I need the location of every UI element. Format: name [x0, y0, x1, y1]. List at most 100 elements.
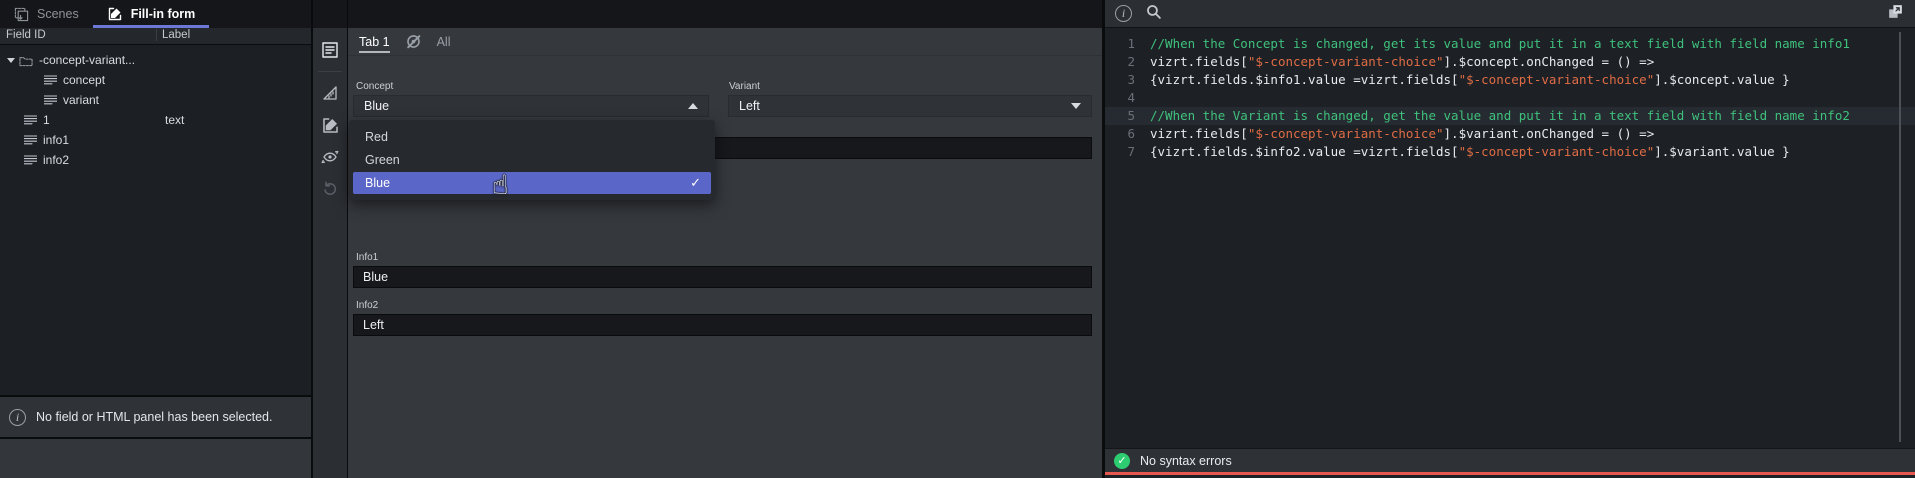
dropdown-option-label: Red [365, 130, 388, 144]
code-segment-code: ].$concept.onChanged = () => [1444, 53, 1655, 71]
line-number: 5 [1105, 107, 1135, 125]
tree-field-id: concept [63, 73, 105, 87]
tab-fill-in-form-label: Fill-in form [131, 7, 196, 21]
tree-field-id: info1 [43, 133, 69, 147]
tree-item-icon [44, 94, 57, 106]
code-segment-code: ].$concept.value } [1654, 71, 1789, 89]
edit-form-icon [107, 6, 123, 22]
column-label: Label [156, 29, 190, 41]
form-tab-tab1[interactable]: Tab 1 [359, 28, 390, 55]
code-segment-code: {vizrt.fields.$info1.value =vizrt.fields… [1150, 71, 1459, 89]
dropdown-option-label: Green [365, 153, 400, 167]
code-segment-code: {vizrt.fields.$info2.value =vizrt.fields… [1150, 143, 1459, 161]
code-segment-code: vizrt.fields[ [1150, 125, 1248, 143]
form-panel: Tab 1 All Concept Blue Variant Left [348, 28, 1102, 478]
form-tab-all-label: All [437, 35, 451, 49]
info2-label: Info2 [356, 300, 378, 311]
code-segment-code: ].$variant.onChanged = () => [1444, 125, 1655, 143]
scenes-icon [14, 7, 29, 22]
ruler-icon[interactable] [317, 80, 343, 106]
concept-dropdown[interactable]: Blue [353, 95, 709, 117]
line-number: 3 [1105, 71, 1135, 89]
check-icon: ✓ [690, 175, 701, 191]
dropdown-option[interactable]: Red [353, 126, 711, 148]
tree-row[interactable]: variant [5, 90, 311, 110]
dropdown-option[interactable]: Green [353, 149, 711, 171]
cursor-hand-icon: ☝ [492, 170, 508, 201]
info1-value: Blue [363, 270, 388, 284]
syntax-status-bar: ✓ No syntax errors [1105, 448, 1915, 472]
no-field-selected-bar: i No field or HTML panel has been select… [0, 395, 311, 439]
tree-field-id: info2 [43, 153, 69, 167]
caret-down-icon[interactable] [5, 58, 17, 63]
line-number: 7 [1105, 143, 1135, 161]
tree-row[interactable]: -concept-variant... [5, 50, 311, 70]
info2-input[interactable]: Left [353, 314, 1092, 336]
tool-column [313, 28, 347, 478]
tree-field-id: 1 [43, 113, 50, 127]
preview-eye-icon[interactable] [317, 144, 343, 170]
code-line: 1 //When the Concept is changed, get its… [1105, 35, 1915, 53]
tree-rows: -concept-variant... concept variant 1 te… [0, 45, 311, 170]
fill-in-form-editor: Scenes Fill-in form Field ID Label -conc… [0, 0, 1915, 478]
tree-row[interactable]: 1 text [5, 110, 311, 130]
code-segment-string: "$-concept-variant-choice" [1459, 71, 1655, 89]
code-scrollbar[interactable] [1899, 32, 1901, 442]
info1-label: Info1 [356, 252, 378, 263]
tab-scenes[interactable]: Scenes [0, 0, 93, 28]
column-field-id: Field ID [6, 29, 46, 41]
tree-row[interactable]: info1 [5, 130, 311, 150]
tab-scenes-label: Scenes [37, 7, 79, 21]
tab-fill-in-form[interactable]: Fill-in form [93, 0, 210, 28]
code-editor[interactable]: 1 //When the Concept is changed, get its… [1105, 28, 1915, 161]
top-header: Scenes Fill-in form [0, 0, 1102, 28]
search-icon[interactable] [1145, 3, 1162, 25]
code-line: 3 {vizrt.fields.$info1.value =vizrt.fiel… [1105, 71, 1915, 89]
form-tab-bar: Tab 1 All [348, 28, 1102, 56]
dropdown-option[interactable]: Blue ✓ [353, 172, 711, 194]
tree-row[interactable]: info2 [5, 150, 311, 170]
info2-value: Left [363, 318, 384, 332]
eye-slash-icon[interactable] [405, 33, 422, 50]
no-field-selected-message: No field or HTML panel has been selected… [36, 410, 272, 424]
code-line: 4 [1105, 89, 1915, 107]
edit-icon[interactable] [317, 112, 343, 138]
status-accent-line [1105, 472, 1915, 475]
code-line: 2 vizrt.fields["$-concept-variant-choice… [1105, 53, 1915, 71]
variant-dropdown-value: Left [739, 99, 760, 113]
tree-field-label: text [165, 113, 184, 127]
form-tab-all[interactable]: All [437, 28, 451, 55]
tree-item-icon [24, 134, 37, 146]
info1-input[interactable]: Blue [353, 266, 1092, 288]
tree-field-id: -concept-variant... [39, 53, 135, 67]
tree-row[interactable]: concept [5, 70, 311, 90]
tree-item-icon [44, 74, 57, 86]
code-segment-code: ].$variant.value } [1654, 143, 1789, 161]
syntax-status-text: No syntax errors [1140, 454, 1232, 468]
script-toolbar: i [1105, 0, 1915, 28]
form-tab-tab1-label: Tab 1 [359, 35, 390, 49]
tree-item-icon [19, 54, 33, 67]
code-line: 5 //When the Variant is changed, get the… [1105, 107, 1915, 125]
tool-separator [318, 71, 342, 72]
left-bottom-panel [0, 439, 311, 478]
dropdown-option-label: Blue [365, 176, 390, 190]
redo-icon[interactable] [317, 176, 343, 202]
script-editor-panel: i 1 //When the Concept is changed, get i… [1105, 0, 1915, 478]
concept-dropdown-menu: Red Green Blue ✓ [349, 120, 715, 200]
variant-dropdown[interactable]: Left [728, 95, 1092, 117]
tree-item-icon [24, 154, 37, 166]
form-fields-icon[interactable] [317, 37, 343, 63]
info-icon[interactable]: i [1115, 5, 1132, 22]
code-segment-string: "$-concept-variant-choice" [1459, 143, 1655, 161]
line-number: 6 [1105, 125, 1135, 143]
concept-dropdown-value: Blue [364, 99, 389, 113]
line-number: 2 [1105, 53, 1135, 71]
code-segment-comment: //When the Concept is changed, get its v… [1150, 35, 1850, 53]
line-number: 1 [1105, 35, 1135, 53]
popout-icon[interactable] [1886, 2, 1905, 26]
chevron-down-icon [1071, 103, 1081, 109]
chevron-up-icon [688, 103, 698, 109]
code-line: 7 {vizrt.fields.$info2.value =vizrt.fiel… [1105, 143, 1915, 161]
tree-item-icon [24, 114, 37, 126]
